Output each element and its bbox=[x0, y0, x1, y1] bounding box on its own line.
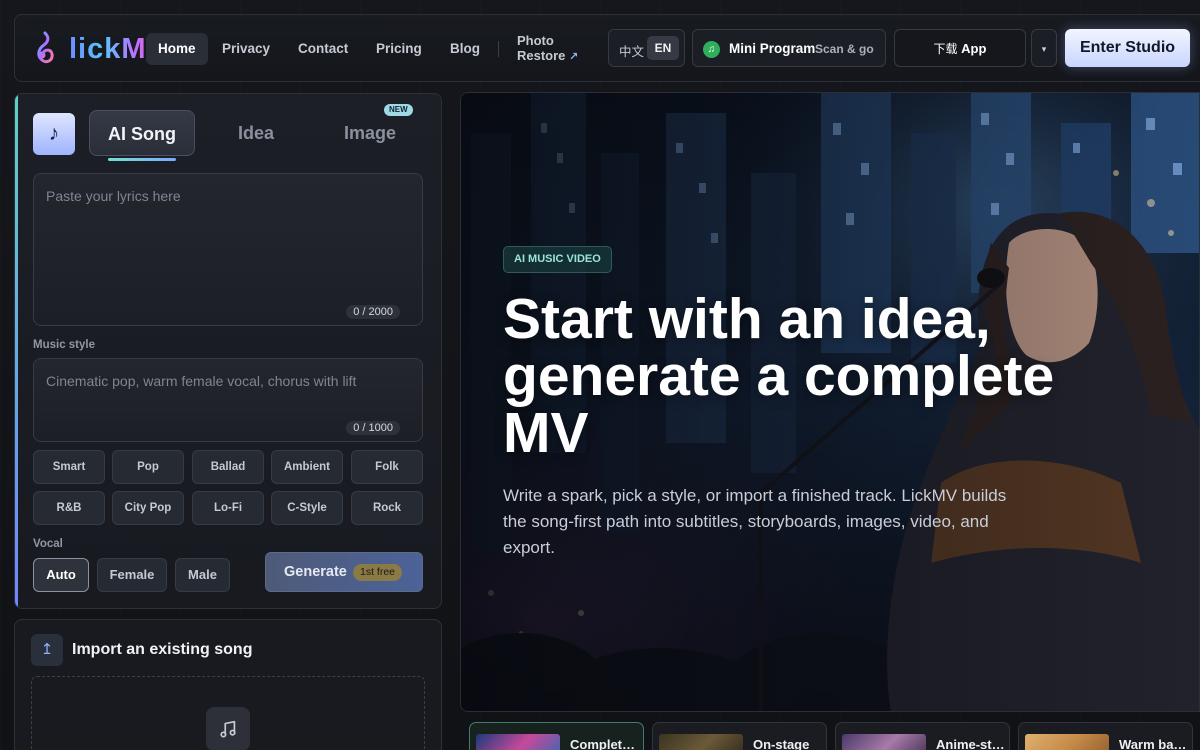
vocal-auto[interactable]: Auto bbox=[33, 558, 89, 592]
lang-en-option[interactable]: EN bbox=[647, 36, 679, 60]
nav-photo-restore[interactable]: Photo Restore ↗ bbox=[517, 33, 578, 65]
nav-home[interactable]: Home bbox=[146, 33, 208, 65]
music-style-label: Music style bbox=[33, 339, 95, 351]
language-switch[interactable]: 中文 EN bbox=[608, 29, 685, 67]
thumb-image bbox=[476, 734, 560, 750]
hero-subtitle: Write a spark, pick a style, or import a… bbox=[503, 486, 1007, 557]
style-chip-lofi[interactable]: Lo-Fi bbox=[192, 491, 264, 525]
nav-pricing[interactable]: Pricing bbox=[364, 33, 434, 65]
style-chip-c-style[interactable]: C-Style bbox=[271, 491, 343, 525]
style-chip-folk[interactable]: Folk bbox=[351, 450, 423, 484]
mini-program-sub: Scan & go bbox=[815, 42, 874, 56]
style-chip-ambient[interactable]: Ambient bbox=[271, 450, 343, 484]
logo-music-icon bbox=[37, 31, 54, 64]
mini-program-icon: ♫ bbox=[703, 41, 720, 58]
thumb-label: Anime-style bbox=[936, 737, 1006, 750]
nav-photo-restore-line2: Restore bbox=[517, 48, 566, 63]
tab-ai-song[interactable]: AI Song bbox=[89, 110, 195, 156]
thumb-image bbox=[1025, 734, 1109, 750]
style-chip-pop[interactable]: Pop bbox=[112, 450, 184, 484]
mini-program-label: Mini Program bbox=[729, 41, 816, 56]
enter-studio-button[interactable]: Enter Studio bbox=[1065, 29, 1190, 67]
thumb-label: Complete MV bbox=[570, 737, 640, 750]
nav-blog[interactable]: Blog bbox=[438, 33, 492, 65]
nav-divider bbox=[498, 41, 499, 57]
lang-zh-option[interactable]: 中文 bbox=[619, 41, 644, 60]
hero-tag: AI MUSIC VIDEO bbox=[503, 246, 612, 273]
style-chip-ballad[interactable]: Ballad bbox=[192, 450, 264, 484]
style-chip-rnb[interactable]: R&B bbox=[33, 491, 105, 525]
style-chip-smart[interactable]: Smart bbox=[33, 450, 105, 484]
import-panel: ↥ Import an existing song bbox=[14, 619, 442, 750]
download-app-button[interactable]: 下载 App bbox=[894, 29, 1026, 67]
download-dropdown-button[interactable]: ▾ bbox=[1031, 29, 1057, 67]
download-app-label: App bbox=[961, 41, 987, 56]
music-file-icon bbox=[206, 707, 250, 750]
first-free-badge: 1st free bbox=[353, 564, 403, 581]
hero-section: AI MUSIC VIDEO Start with an idea, gener… bbox=[460, 92, 1200, 712]
thumb-image bbox=[842, 734, 926, 750]
nav-privacy[interactable]: Privacy bbox=[210, 33, 282, 65]
style-chip-rock[interactable]: Rock bbox=[351, 491, 423, 525]
tab-image[interactable]: Image bbox=[325, 110, 415, 156]
hero-title: Start with an idea, generate a complete … bbox=[503, 287, 1055, 465]
music-style-input[interactable]: Cinematic pop, warm female vocal, chorus… bbox=[33, 358, 423, 442]
download-zh-label: 下载 bbox=[933, 42, 958, 56]
lyrics-char-counter: 0 / 2000 bbox=[346, 305, 400, 319]
lyrics-placeholder: Paste your lyrics here bbox=[46, 188, 181, 204]
generate-label: Generate bbox=[284, 564, 347, 580]
import-title: Import an existing song bbox=[72, 641, 253, 658]
thumb-image bbox=[659, 734, 743, 750]
external-link-icon: ↗ bbox=[569, 51, 579, 63]
vocal-female[interactable]: Female bbox=[97, 558, 167, 592]
generate-button[interactable]: Generate 1st free bbox=[265, 552, 423, 592]
style-chip-city-pop[interactable]: City Pop bbox=[112, 491, 184, 525]
vocal-male[interactable]: Male bbox=[175, 558, 230, 592]
nav-photo-restore-line1: Photo bbox=[517, 33, 554, 48]
thumb-label: On-stage bbox=[753, 737, 810, 750]
active-tab-indicator bbox=[108, 158, 176, 161]
upload-icon: ↥ bbox=[31, 634, 63, 666]
sample-thumb-complete-mv[interactable]: Complete MV bbox=[469, 722, 644, 750]
music-style-placeholder: Cinematic pop, warm female vocal, chorus… bbox=[46, 373, 357, 389]
sample-thumb-on-stage[interactable]: On-stage bbox=[652, 722, 827, 750]
vocal-label: Vocal bbox=[33, 538, 63, 550]
mini-program-button[interactable]: ♫ Mini Program Scan & go bbox=[692, 29, 886, 67]
create-panel: ♪ AI Song Idea Image NEW Paste your lyri… bbox=[14, 93, 442, 609]
top-nav-bar: lickMV Home Privacy Contact Pricing Blog… bbox=[14, 14, 1200, 82]
music-note-icon[interactable]: ♪ bbox=[33, 113, 75, 155]
nav-contact[interactable]: Contact bbox=[286, 33, 360, 65]
lyrics-input[interactable]: Paste your lyrics here 0 / 2000 bbox=[33, 173, 423, 326]
new-badge: NEW bbox=[384, 104, 413, 116]
thumb-label: Warm ballad bbox=[1119, 737, 1189, 750]
sample-thumb-anime-style[interactable]: Anime-style bbox=[835, 722, 1010, 750]
tab-idea[interactable]: Idea bbox=[211, 110, 301, 156]
chevron-down-icon: ▾ bbox=[1041, 44, 1047, 54]
music-style-char-counter: 0 / 1000 bbox=[346, 421, 400, 435]
song-drop-zone[interactable] bbox=[31, 676, 425, 750]
sample-thumb-warm-ballad[interactable]: Warm ballad bbox=[1018, 722, 1193, 750]
